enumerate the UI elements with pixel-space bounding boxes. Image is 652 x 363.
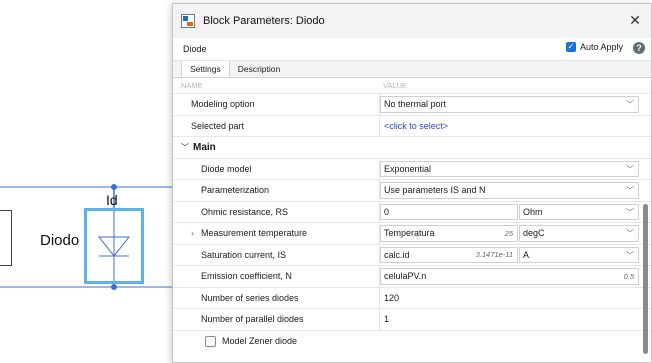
parameter-grid: Modeling option No thermal port ﹀ Selecte… bbox=[173, 94, 651, 354]
param-label: Number of parallel diodes bbox=[201, 314, 304, 325]
param-row-emission-coefficient: Emission coefficient, N celulaPV.n 0.5 bbox=[173, 266, 651, 288]
port-label: Id bbox=[106, 192, 118, 208]
param-label: Emission coefficient, N bbox=[201, 271, 292, 282]
junction-bottom bbox=[111, 284, 117, 290]
zener-checkbox-row[interactable]: Model Zener diode bbox=[173, 331, 379, 353]
chevron-down-icon: ﹀ bbox=[626, 207, 634, 217]
auto-apply-toggle[interactable]: ✓ Auto Apply bbox=[565, 42, 623, 52]
modeling-option-dropdown[interactable]: No thermal port ﹀ bbox=[380, 96, 639, 113]
param-row-modeling-option: Modeling option No thermal port ﹀ bbox=[173, 94, 651, 116]
chevron-right-icon[interactable]: › bbox=[191, 228, 194, 238]
param-label: Saturation current, IS bbox=[201, 249, 287, 260]
emission-coefficient-input[interactable]: celulaPV.n 0.5 bbox=[380, 268, 639, 285]
chevron-down-icon: ﹀ bbox=[626, 250, 634, 260]
saturation-current-input[interactable]: calc.id 3.1471e-11 bbox=[380, 246, 518, 263]
chevron-down-icon: ﹀ bbox=[626, 186, 634, 195]
matlab-block-icon bbox=[181, 14, 195, 28]
auto-apply-label: Auto Apply bbox=[579, 42, 623, 52]
param-label: Diode model bbox=[201, 163, 252, 174]
param-row-saturation-current: Saturation current, IS calc.id 3.1471e-11… bbox=[173, 244, 651, 266]
param-label: Ohmic resistance, RS bbox=[201, 206, 289, 217]
measurement-temperature-input[interactable]: Temperatura 25 bbox=[380, 225, 518, 242]
param-row-diode-model: Diode model Exponential ﹀ bbox=[173, 158, 651, 180]
param-label: Selected part bbox=[191, 120, 245, 131]
column-name-header: NAME bbox=[181, 81, 203, 90]
param-row-measurement-temperature: › Measurement temperature Temperatura 25 … bbox=[173, 223, 651, 245]
parallel-diodes-input[interactable]: 1 bbox=[380, 314, 389, 324]
ohmic-resistance-input[interactable]: 0 bbox=[380, 203, 518, 220]
param-row-selected-part: Selected part <click to select> bbox=[173, 115, 651, 137]
param-row-parameterization: Parameterization Use parameters IS and N… bbox=[173, 180, 651, 202]
auto-apply-checkbox[interactable]: ✓ bbox=[565, 42, 576, 52]
subsystem-edge bbox=[0, 210, 12, 266]
vertical-scrollbar[interactable] bbox=[643, 204, 648, 354]
param-label: Modeling option bbox=[191, 99, 255, 110]
param-row-parallel-diodes: Number of parallel diodes 1 bbox=[173, 309, 651, 331]
block-label: Diodo bbox=[40, 232, 80, 249]
column-header: NAME VALUE bbox=[173, 78, 651, 94]
diode-model-dropdown[interactable]: Exponential ﹀ bbox=[380, 160, 639, 177]
block-name-bar: Diode ✓ Auto Apply ? bbox=[173, 38, 651, 61]
param-row-zener: Model Zener diode bbox=[173, 331, 651, 353]
param-label: Number of series diodes bbox=[201, 292, 299, 303]
param-row-series-diodes: Number of series diodes 120 bbox=[173, 287, 651, 309]
series-diodes-input[interactable]: 120 bbox=[380, 293, 399, 303]
parameterization-dropdown[interactable]: Use parameters IS and N ﹀ bbox=[380, 182, 639, 199]
tab-settings[interactable]: Settings bbox=[181, 60, 230, 77]
block-parameters-dialog: Block Parameters: Diodo ✕ Diode ✓ Auto A… bbox=[172, 3, 652, 363]
diode-symbol-icon bbox=[97, 211, 131, 281]
current-unit-dropdown[interactable]: A ﹀ bbox=[519, 246, 639, 263]
chevron-down-icon: ﹀ bbox=[626, 100, 634, 109]
column-value-header: VALUE bbox=[383, 81, 408, 90]
chevron-down-icon: ﹀ bbox=[626, 164, 634, 174]
chevron-down-icon: ﹀ bbox=[181, 142, 189, 152]
diode-block[interactable] bbox=[84, 208, 144, 284]
block-type-name: Diode bbox=[183, 44, 207, 54]
temperature-unit-dropdown[interactable]: degC ﹀ bbox=[519, 225, 639, 242]
section-main-header[interactable]: ﹀ Main bbox=[173, 137, 651, 159]
ohmic-resistance-unit-dropdown[interactable]: Ohm ﹀ bbox=[519, 203, 639, 220]
close-icon[interactable]: ✕ bbox=[627, 12, 643, 29]
help-icon[interactable]: ? bbox=[633, 42, 645, 54]
param-label: Parameterization bbox=[201, 185, 270, 196]
title-bar[interactable]: Block Parameters: Diodo ✕ bbox=[173, 4, 651, 38]
param-label: › Measurement temperature bbox=[191, 228, 308, 239]
junction-top bbox=[111, 184, 117, 190]
param-row-ohmic-resistance: Ohmic resistance, RS 0 Ohm ﹀ bbox=[173, 201, 651, 223]
zener-checkbox[interactable] bbox=[205, 335, 216, 347]
tab-bar: Settings Description bbox=[173, 60, 651, 78]
tab-description[interactable]: Description bbox=[230, 61, 289, 77]
select-part-link[interactable]: <click to select> bbox=[380, 121, 448, 131]
dialog-title: Block Parameters: Diodo bbox=[203, 15, 325, 27]
chevron-down-icon: ﹀ bbox=[626, 229, 634, 238]
